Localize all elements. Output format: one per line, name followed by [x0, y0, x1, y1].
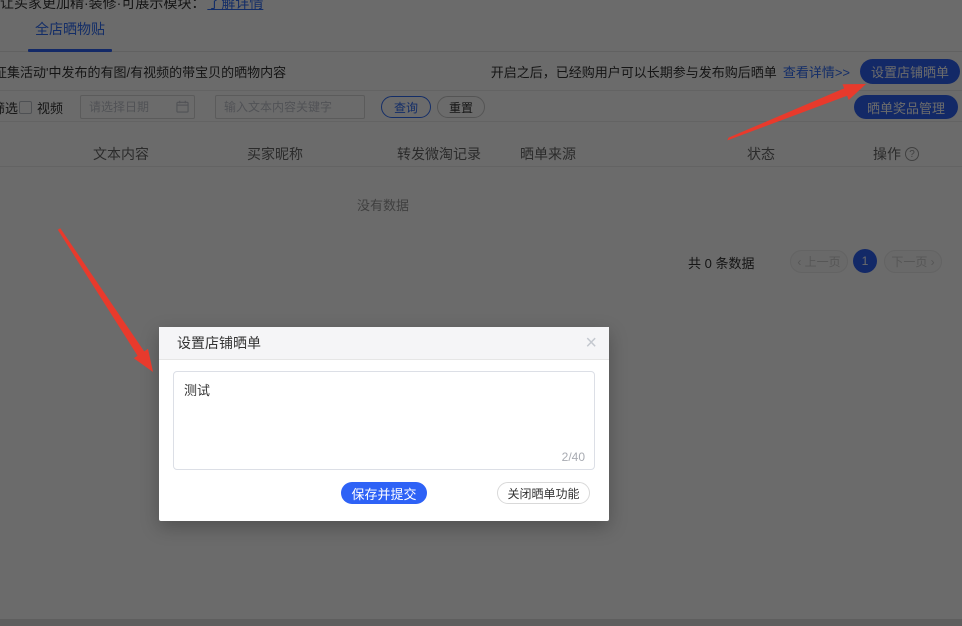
setup-store-show-modal: 设置店铺晒单 × 测试 2/40 保存并提交 关闭晒单功能 [159, 327, 609, 521]
modal-header: 设置店铺晒单 × [159, 327, 609, 360]
show-text-field-wrap: 测试 2/40 [173, 371, 595, 470]
show-text-input[interactable]: 测试 [173, 371, 595, 470]
close-show-feature-button[interactable]: 关闭晒单功能 [497, 482, 590, 504]
modal-overlay [0, 0, 962, 626]
char-counter: 2/40 [562, 450, 585, 464]
modal-title: 设置店铺晒单 [177, 333, 261, 353]
save-submit-button[interactable]: 保存并提交 [341, 482, 427, 504]
close-icon[interactable]: × [585, 332, 597, 354]
